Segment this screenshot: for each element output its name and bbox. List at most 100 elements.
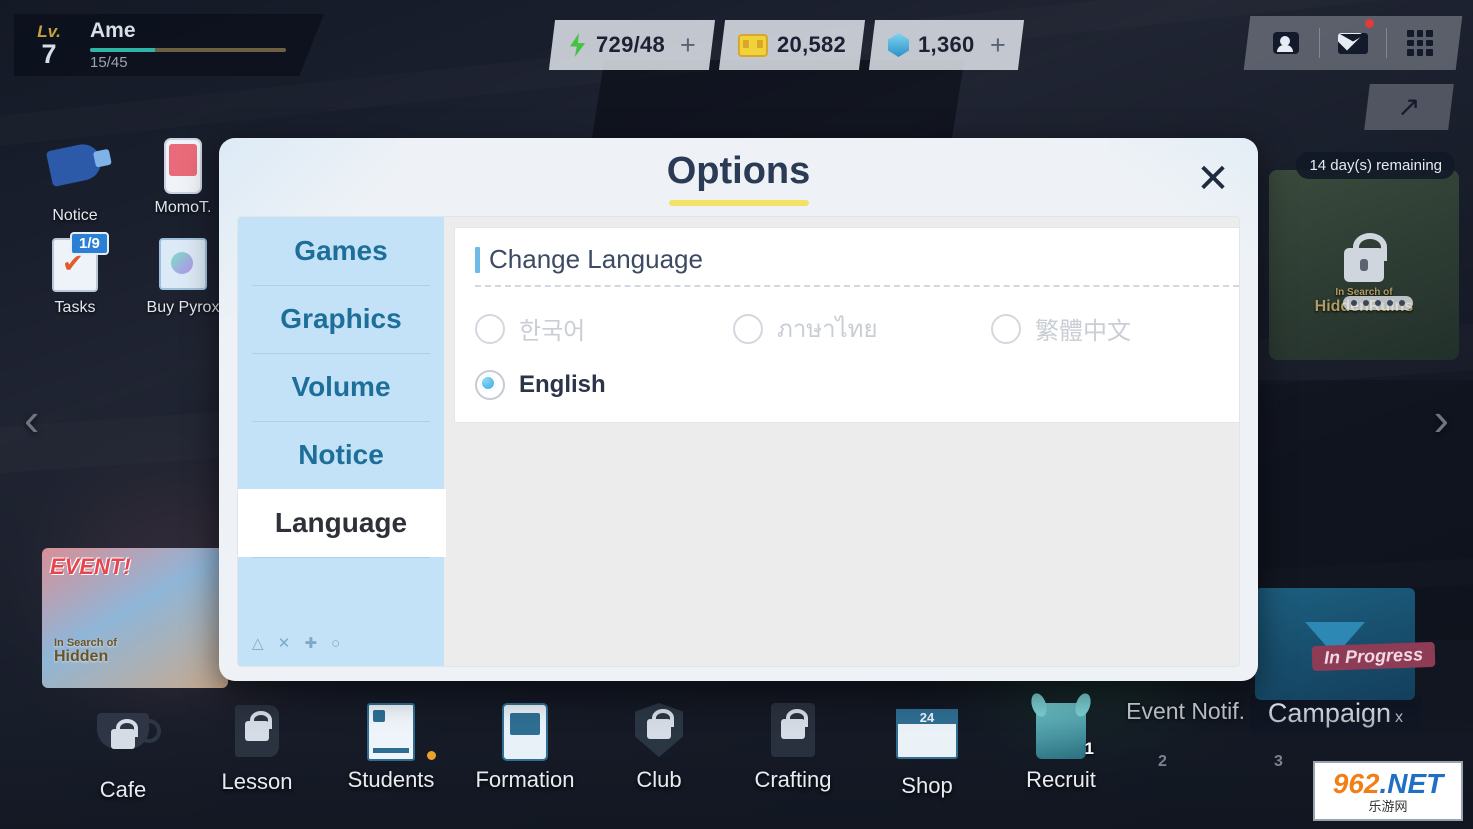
recruit-badge: 1 [1084, 739, 1094, 758]
gems-value: 1,360 [917, 32, 975, 57]
gem-icon [888, 33, 909, 57]
platform-glyph-row: △ ✕ ✚ ○ [252, 635, 346, 652]
resource-bar: 729/48 + 20,582 1,360 + [548, 20, 1025, 70]
credits-value: 20,582 [776, 32, 846, 57]
carousel-next-button[interactable]: › [1434, 392, 1449, 446]
language-label: 繁體中文 [1035, 318, 1131, 345]
player-name: Ame [90, 18, 136, 42]
tab-label: Graphics [280, 303, 402, 334]
radio-icon[interactable] [475, 313, 505, 344]
sidebar-item-momotalk[interactable]: MomoT. [140, 134, 226, 217]
nav-label: Students [347, 767, 435, 792]
options-content-panel: Change Language 한국어 ภาษาไทย 繁體中文 English [444, 217, 1239, 666]
energy-add-button[interactable]: + [680, 30, 696, 60]
nav-item-shop[interactable]: 24 Shop [860, 699, 994, 803]
event-tag: EVENT! [50, 554, 131, 579]
lock-icon [781, 709, 808, 739]
radio-icon[interactable] [475, 370, 505, 400]
close-button[interactable]: ✕ [1190, 156, 1236, 202]
fullscreen-button[interactable]: ↗ [1364, 84, 1454, 130]
nav-item-students[interactable]: Students [324, 699, 458, 803]
sidebar-item-label: Buy Pyrox [146, 299, 220, 316]
energy-value: 729/48 [596, 32, 666, 57]
change-language-card: Change Language 한국어 ภาษาไทย 繁體中文 English [454, 227, 1239, 423]
resource-gems[interactable]: 1,360 + [868, 20, 1025, 70]
sidebar-item-notice[interactable]: Notice [32, 134, 118, 225]
site-watermark: 962.NET 乐游网 [1313, 761, 1463, 821]
bolt-icon [568, 33, 587, 57]
lock-icon [111, 719, 138, 749]
language-option-traditional-chinese[interactable]: 繁體中文 [991, 309, 1239, 348]
player-info: Ame 15/45 [84, 20, 324, 71]
sidebar-item-label: Notice [52, 207, 98, 224]
credit-icon [737, 33, 768, 57]
sidebar-item-buy-pyrox[interactable]: Buy Pyrox [140, 232, 226, 317]
top-right-buttons [1243, 16, 1463, 70]
megaphone-icon [45, 140, 105, 204]
nav-item-club[interactable]: Club [592, 699, 726, 803]
sidebar-item-tasks[interactable]: 1/9 Tasks [32, 232, 118, 317]
radio-icon[interactable] [991, 313, 1021, 344]
resource-energy[interactable]: 729/48 + [548, 20, 715, 70]
top-bar: Lv. 7 Ame 15/45 729/48 + 20,582 1,360 + [0, 0, 1473, 130]
crafting-icon [761, 703, 825, 765]
lock-icon [245, 711, 272, 741]
sidebar-item-label: MomoT. [154, 199, 212, 216]
section-accent-bar [475, 246, 480, 273]
nav-label: Shop [901, 773, 953, 798]
dialog-header: Options ✕ [219, 138, 1258, 212]
language-option-thai[interactable]: ภาษาไทย [733, 309, 991, 348]
lock-icon [647, 709, 674, 739]
nav-item-crafting[interactable]: Crafting [726, 699, 860, 803]
tab-label: Notice [298, 439, 384, 470]
bottom-nav-row: Cafe Lesson Students Formation Club Craf… [56, 699, 1128, 803]
page-number-3[interactable]: 3 [1274, 753, 1283, 771]
watermark-962: 962 [1332, 767, 1380, 799]
event-banner-left[interactable]: EVENT! In Search of Hidden [42, 548, 228, 688]
hidden-ruins-banner[interactable]: In Search of HiddenRuins [1269, 170, 1459, 360]
carousel-prev-button[interactable]: ‹ [24, 392, 39, 446]
gems-add-button[interactable]: + [990, 30, 1006, 60]
language-option-english[interactable]: English [475, 370, 733, 400]
tab-label: Volume [291, 371, 391, 402]
language-label: ภาษาไทย [777, 316, 878, 343]
nav-label: Recruit [1026, 767, 1096, 792]
nav-item-lesson[interactable]: Lesson [190, 699, 324, 803]
player-level-box: Lv. 7 [14, 23, 84, 68]
cafe-icon [91, 713, 161, 775]
bottom-navigation: Cafe Lesson Students Formation Club Craf… [0, 701, 1473, 829]
nav-item-formation[interactable]: Formation [458, 699, 592, 803]
nav-item-recruit[interactable]: Recruit 1 [994, 699, 1128, 803]
pyrox-bag-icon [154, 238, 212, 296]
language-option-korean[interactable]: 한국어 [475, 309, 733, 348]
mail-button[interactable] [1320, 16, 1386, 70]
resource-credits[interactable]: 20,582 [718, 20, 866, 70]
player-card[interactable]: Lv. 7 Ame 15/45 [14, 14, 324, 76]
recruit-icon [1029, 703, 1093, 765]
title-underline [668, 200, 809, 206]
nav-item-cafe[interactable]: Cafe [56, 699, 190, 803]
friends-button[interactable] [1253, 16, 1319, 70]
language-options-row-2: English [475, 370, 1239, 400]
event-title-text: Hidden [54, 648, 109, 666]
watermark-cn: 乐游网 [1368, 798, 1408, 814]
radio-icon[interactable] [733, 313, 763, 344]
carousel-dots[interactable] [1343, 296, 1413, 310]
mail-notification-dot [1365, 19, 1374, 28]
dialog-title: Options [666, 150, 811, 192]
tab-language[interactable]: Language [238, 489, 446, 557]
nav-label: Club [636, 767, 682, 792]
page-number-2[interactable]: 2 [1158, 753, 1167, 771]
options-dialog: Options ✕ Games Graphics Volume Notice L… [219, 138, 1258, 681]
menu-button[interactable] [1387, 16, 1453, 70]
formation-icon [493, 703, 557, 765]
language-options-row-1: 한국어 ภาษาไทย 繁體中文 [475, 309, 1239, 348]
tab-games[interactable]: Games [238, 217, 444, 285]
sidebar-item-label: Tasks [54, 299, 96, 316]
tab-volume[interactable]: Volume [238, 353, 444, 421]
tab-graphics[interactable]: Graphics [238, 285, 444, 353]
nav-label: Crafting [754, 767, 832, 792]
section-header: Change Language [475, 244, 1239, 275]
tab-label: Games [294, 235, 388, 266]
tab-notice[interactable]: Notice [238, 421, 444, 489]
